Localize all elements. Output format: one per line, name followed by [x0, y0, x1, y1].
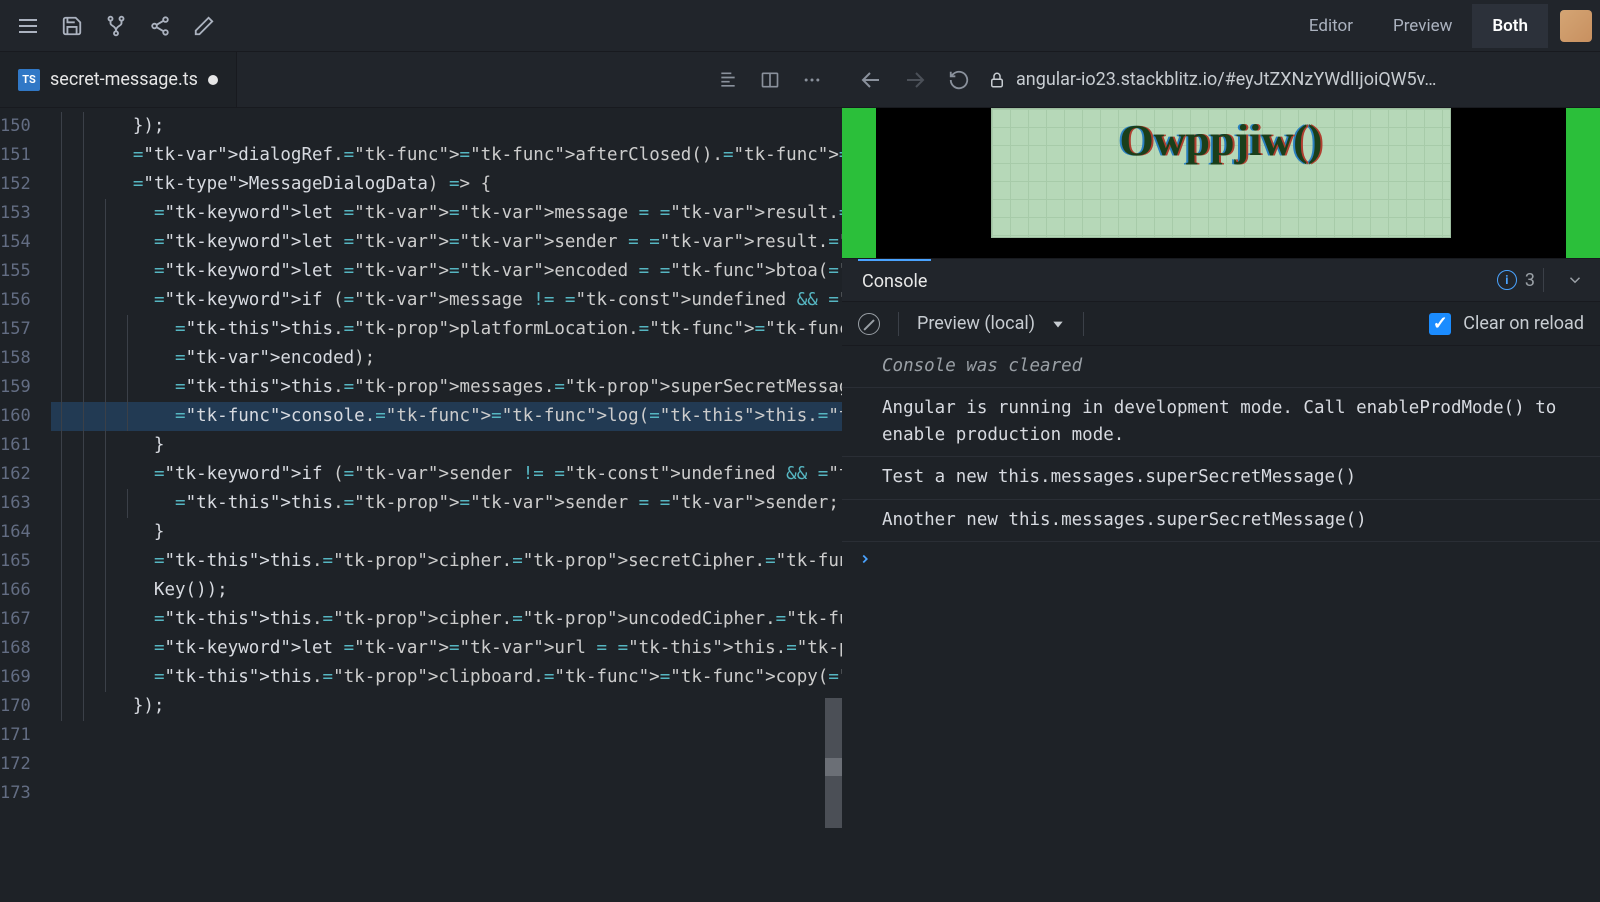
console-controls: Preview (local) ✓ Clear on reload	[842, 302, 1600, 346]
menu-icon[interactable]	[8, 6, 48, 46]
code-line[interactable]: ="tk-keyword">if (="tk-var">message != =…	[51, 286, 842, 315]
reload-icon[interactable]	[944, 65, 974, 95]
url-bar[interactable]: angular-io23.stackblitz.io/#eyJtZXNzYWdl…	[988, 69, 1586, 90]
share-icon[interactable]	[140, 6, 180, 46]
code-line[interactable]: }	[51, 431, 842, 460]
typescript-icon: TS	[18, 69, 40, 91]
preview-viewport: Owppjiw()	[842, 108, 1600, 258]
code-line[interactable]: ="tk-type">MessageDialogData) => {	[51, 170, 842, 199]
code-line[interactable]: ="tk-var">encoded);	[51, 344, 842, 373]
code-line[interactable]: ="tk-keyword">let ="tk-var">="tk-var">se…	[51, 228, 842, 257]
code-line[interactable]: ="tk-keyword">let ="tk-var">="tk-var">en…	[51, 257, 842, 286]
avatar[interactable]	[1560, 10, 1592, 42]
code-line[interactable]: });	[51, 692, 842, 721]
console-log-message: Another new this.messages.superSecretMes…	[842, 500, 1600, 542]
clear-on-reload-checkbox[interactable]: ✓	[1429, 313, 1451, 335]
divider	[1083, 312, 1084, 336]
console-tab[interactable]: Console	[858, 259, 931, 302]
divider	[1543, 268, 1544, 292]
save-icon[interactable]	[52, 6, 92, 46]
clear-console-icon[interactable]	[858, 313, 880, 335]
fork-icon[interactable]	[96, 6, 136, 46]
forward-icon[interactable]	[900, 65, 930, 95]
console-log-message: Test a new this.messages.superSecretMess…	[842, 457, 1600, 499]
file-tab[interactable]: TS secret-message.ts	[0, 52, 237, 107]
code-line[interactable]: ="tk-keyword">let ="tk-var">="tk-var">ur…	[51, 634, 842, 663]
divider	[898, 312, 899, 336]
console-log[interactable]: Console was clearedAngular is running in…	[842, 346, 1600, 902]
file-tab-name: secret-message.ts	[50, 69, 198, 90]
edit-icon[interactable]	[184, 6, 224, 46]
code-editor[interactable]: 1501511521531541551561571581591601611621…	[0, 108, 842, 902]
preview-decoration-left	[842, 108, 876, 258]
console-prompt[interactable]	[842, 542, 1600, 576]
code-line[interactable]: ="tk-this">this.="tk-prop">platformLocat…	[51, 315, 842, 344]
console-count: 3	[1525, 270, 1535, 291]
code-line[interactable]: ="tk-this">this.="tk-prop">="tk-var">sen…	[51, 489, 842, 518]
format-icon[interactable]	[710, 62, 746, 98]
code-line[interactable]: ="tk-keyword">if (="tk-var">sender != ="…	[51, 460, 842, 489]
scope-label: Preview (local)	[917, 313, 1035, 334]
split-editor-icon[interactable]	[752, 62, 788, 98]
top-toolbar: Editor Preview Both	[0, 0, 1600, 52]
app-canvas: Owppjiw()	[991, 108, 1451, 238]
code-line[interactable]: ="tk-this">this.="tk-prop">clipboard.="t…	[51, 663, 842, 692]
line-gutter: 1501511521531541551561571581591601611621…	[0, 108, 51, 902]
file-tab-bar: TS secret-message.ts	[0, 52, 842, 107]
view-tab-both[interactable]: Both	[1472, 4, 1548, 48]
code-line[interactable]: ="tk-this">this.="tk-prop">messages.="tk…	[51, 373, 842, 402]
scrollbar-thumb[interactable]	[825, 758, 842, 776]
code-line[interactable]: ="tk-func">console.="tk-func">="tk-func"…	[51, 402, 842, 431]
code-line[interactable]: });	[51, 112, 842, 141]
url-text: angular-io23.stackblitz.io/#eyJtZXNzYWdl…	[1016, 69, 1436, 90]
code-line[interactable]: ="tk-this">this.="tk-prop">cipher.="tk-p…	[51, 547, 842, 576]
preview-decoration-right	[1566, 108, 1600, 258]
back-icon[interactable]	[856, 65, 886, 95]
scope-select[interactable]: Preview (local)	[917, 313, 1065, 334]
view-tab-preview[interactable]: Preview	[1373, 4, 1472, 48]
view-tab-editor[interactable]: Editor	[1289, 4, 1373, 48]
clear-on-reload-label: Clear on reload	[1463, 313, 1584, 334]
code-line[interactable]: ="tk-this">this.="tk-prop">cipher.="tk-p…	[51, 605, 842, 634]
app-title: Owppjiw()	[1120, 115, 1323, 166]
info-icon: i	[1497, 270, 1517, 290]
lock-icon	[988, 71, 1006, 89]
preview-toolbar: angular-io23.stackblitz.io/#eyJtZXNzYWdl…	[842, 52, 1600, 107]
dropdown-icon	[1051, 317, 1065, 331]
chevron-down-icon[interactable]	[1566, 271, 1584, 289]
console-log-message: Angular is running in development mode. …	[842, 388, 1600, 457]
dirty-indicator-icon	[208, 75, 218, 85]
code-line[interactable]: ="tk-keyword">let ="tk-var">="tk-var">me…	[51, 199, 842, 228]
code-line[interactable]: Key());	[51, 576, 842, 605]
console-header: Console i 3	[842, 258, 1600, 302]
code-line[interactable]: ="tk-var">dialogRef.="tk-func">="tk-func…	[51, 141, 842, 170]
code-area[interactable]: }); ="tk-var">dialogRef.="tk-func">="tk-…	[51, 108, 842, 902]
more-icon[interactable]	[794, 62, 830, 98]
console-cleared-message: Console was cleared	[842, 346, 1600, 388]
code-line[interactable]: }	[51, 518, 842, 547]
